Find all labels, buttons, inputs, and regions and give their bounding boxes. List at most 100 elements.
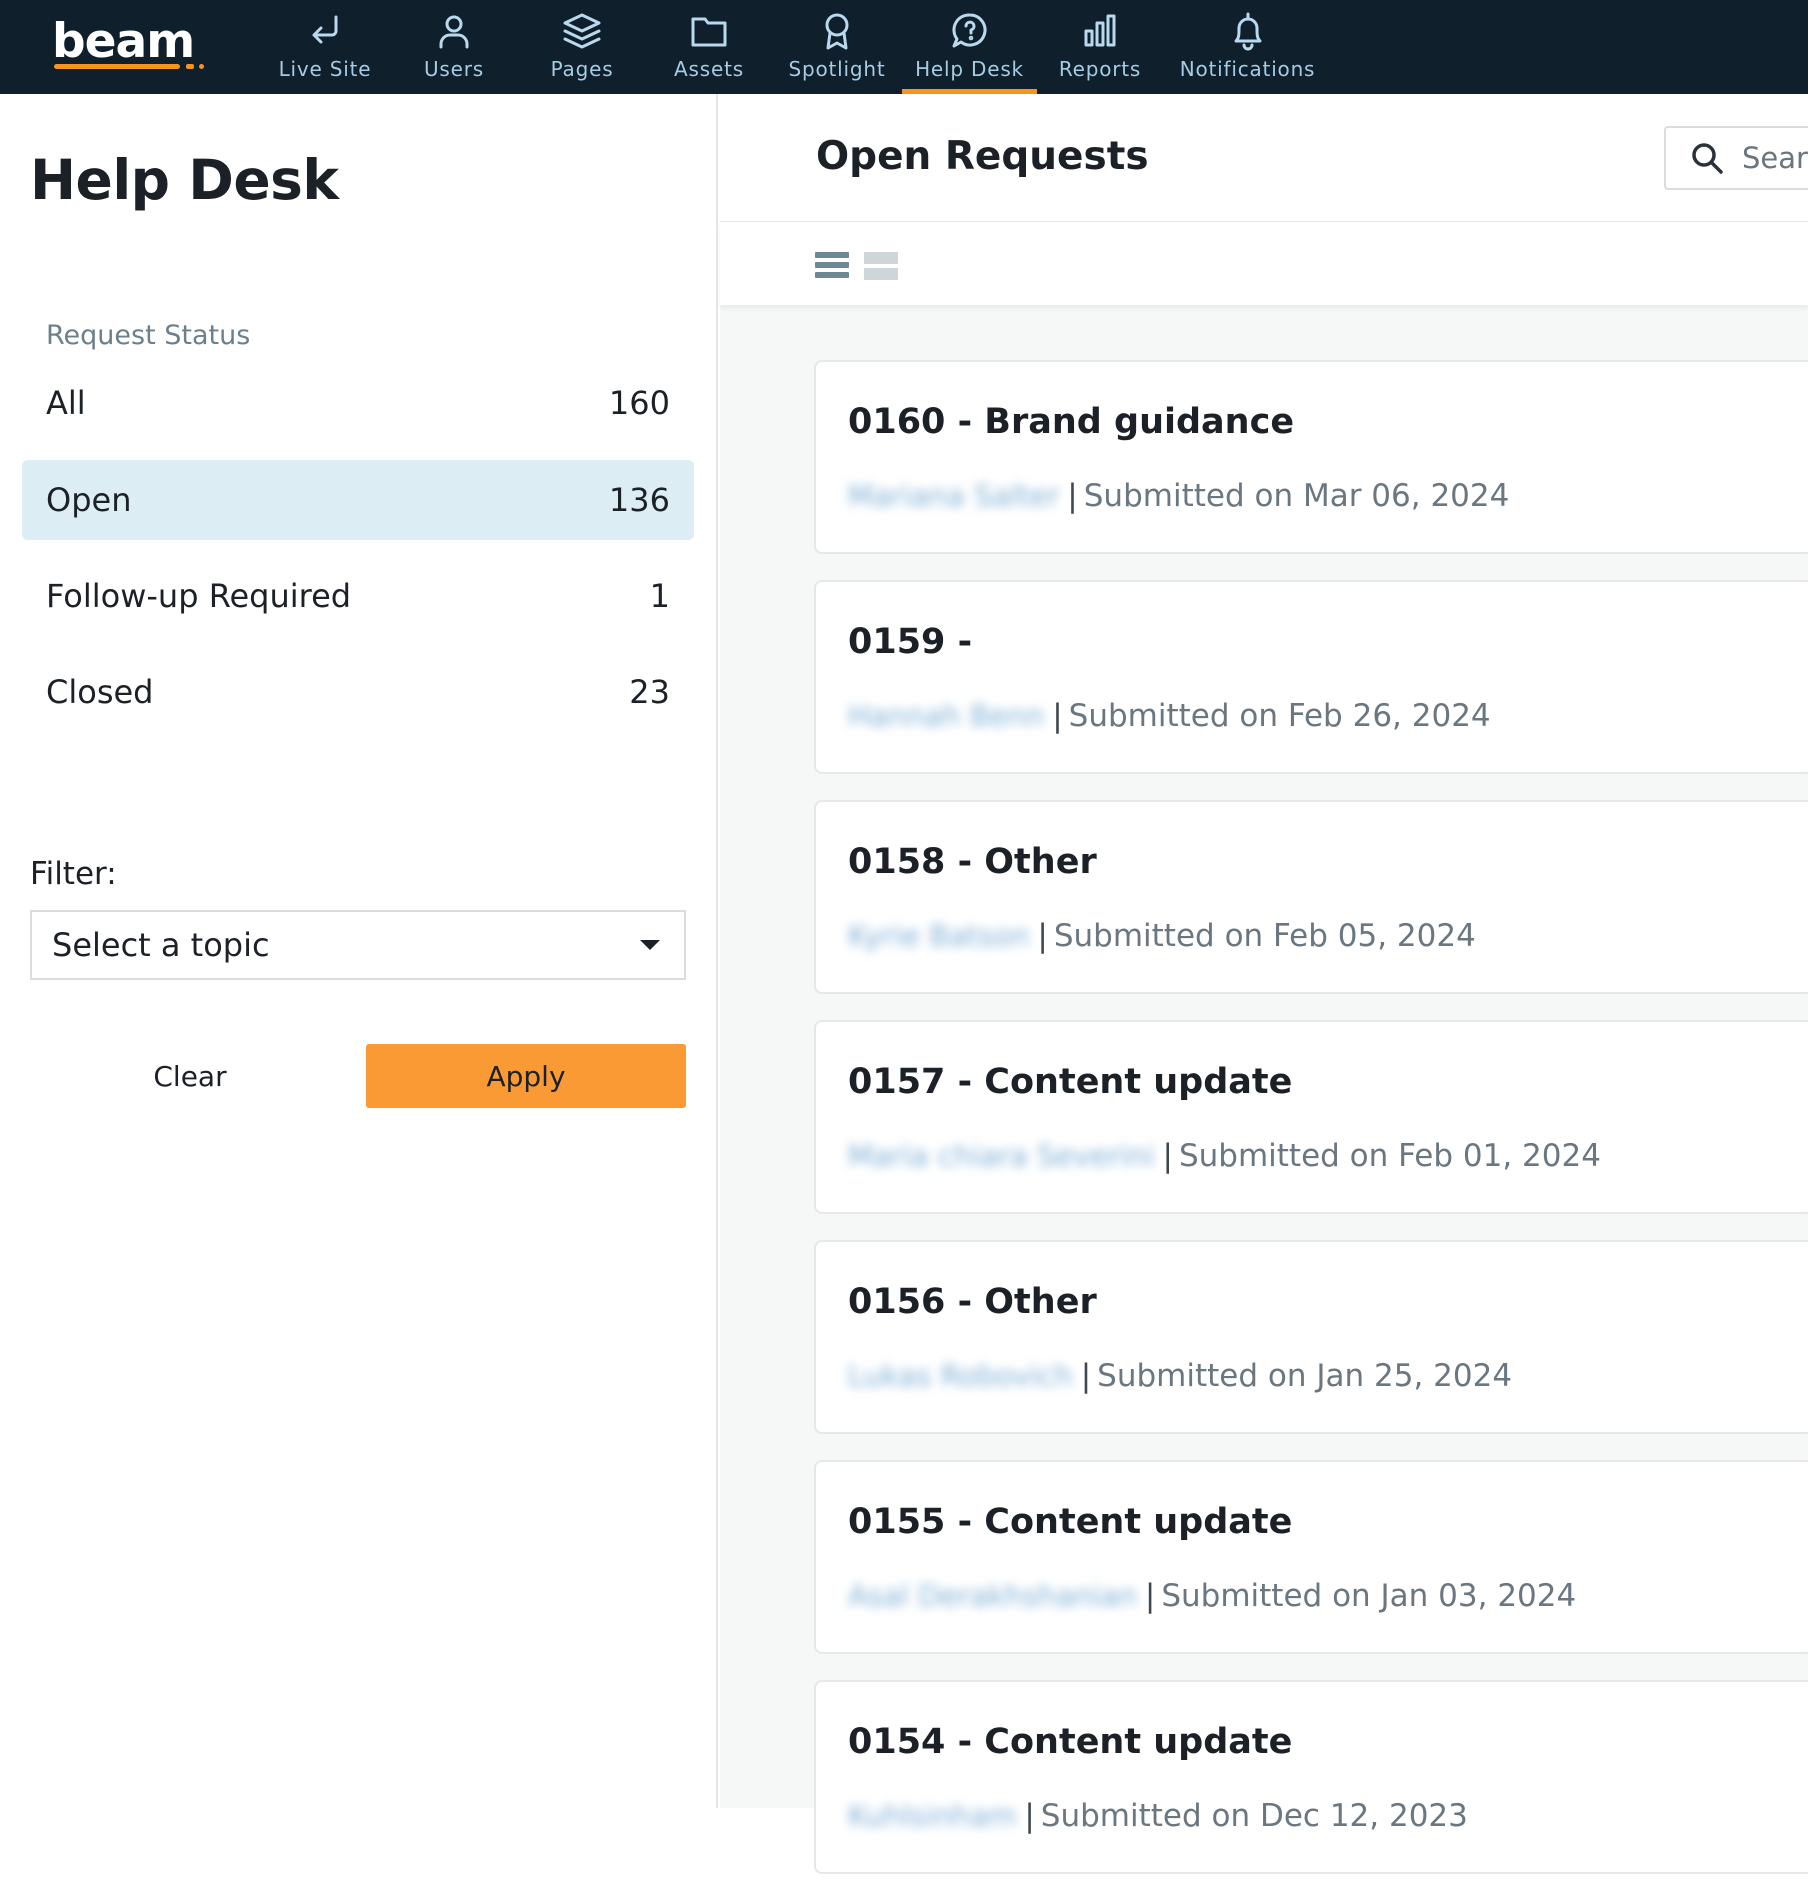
status-filter-follow-up[interactable]: Follow-up Required 1 [22,556,694,636]
view-toggle-bar [720,222,1808,305]
nav-label: Spotlight [788,57,886,81]
list-view-icon[interactable] [815,252,849,282]
request-card[interactable]: 0157 - Content update Maria chiara Sever… [814,1020,1808,1214]
submitted-date: Submitted on Jan 25, 2024 [1097,1358,1513,1394]
nav-users[interactable]: Users [404,0,504,94]
submitted-date: Submitted on Jan 03, 2024 [1161,1578,1577,1614]
request-title: 0156 - Other [848,1282,1097,1322]
nav-reports[interactable]: Reports [1050,0,1150,94]
request-card[interactable]: 0158 - Other Kyrie Batson | Submitted on… [814,800,1808,994]
request-meta: Maria chiara Severini | Submitted on Feb… [848,1138,1601,1174]
award-ribbon-icon [825,13,849,50]
status-count: 23 [629,673,670,711]
request-meta: Lukas Robovich | Submitted on Jan 25, 20… [848,1358,1512,1394]
nav-label: Notifications [1179,57,1316,81]
status-filter-open[interactable]: Open 136 [22,460,694,540]
separator: | [1037,918,1048,954]
user-icon [439,15,469,49]
submitted-date: Submitted on Feb 26, 2024 [1068,698,1491,734]
request-card[interactable]: 0159 - Hannah Benn | Submitted on Feb 26… [814,580,1808,774]
nav-notifications[interactable]: Notifications [1175,0,1320,94]
submitter-name: Mariana Salter [848,479,1060,513]
request-meta: Mariana Salter | Submitted on Mar 06, 20… [848,478,1509,514]
nav-label: Pages [550,57,614,81]
filter-sidebar: Help Desk Request Status All 160 Open 13… [0,94,718,1808]
nav-live-site[interactable]: Live Site [265,0,385,94]
logo-dot [186,64,194,69]
request-card[interactable]: 0155 - Content update Asal Derakhshanian… [814,1460,1808,1654]
request-meta: Hannah Benn | Submitted on Feb 26, 2024 [848,698,1491,734]
card-view-icon[interactable] [864,252,898,282]
submitted-date: Submitted on Mar 06, 2024 [1083,478,1510,514]
layers-icon [563,13,601,49]
nav-spotlight[interactable]: Spotlight [777,0,897,94]
apply-button[interactable]: Apply [366,1044,686,1108]
status-label: Open [46,481,132,519]
request-card[interactable]: 0154 - Content update Kuhlsinham | Submi… [814,1680,1808,1874]
nav-label: Users [423,57,484,81]
submitter-name: Kuhlsinham [848,1799,1017,1833]
clear-button[interactable]: Clear [30,1044,350,1108]
request-title: 0155 - Content update [848,1502,1293,1542]
nav-pages[interactable]: Pages [532,0,632,94]
status-filter-closed[interactable]: Closed 23 [22,652,694,732]
main-header: Open Requests [720,94,1808,222]
status-count: 136 [608,481,670,519]
topic-select[interactable]: Select a topic [30,910,686,980]
nav-assets[interactable]: Assets [659,0,759,94]
submitter-name: Maria chiara Severini [848,1139,1155,1173]
bar-chart-icon [1084,14,1116,47]
request-meta: Asal Derakhshanian | Submitted on Jan 03… [848,1578,1576,1614]
folder-icon [691,17,727,47]
search-input[interactable] [1742,141,1808,175]
request-title: 0159 - [848,622,973,662]
status-label: Follow-up Required [46,577,352,615]
nav-label: Live Site [278,57,372,81]
submitted-date: Submitted on Feb 01, 2024 [1178,1138,1601,1174]
search-icon [1692,143,1723,174]
nav-help-desk[interactable]: Help Desk [907,0,1032,94]
separator: | [1162,1138,1173,1174]
request-title: 0157 - Content update [848,1062,1293,1102]
page-title: Help Desk [30,148,339,212]
status-count: 160 [608,384,670,422]
top-navigation-bar: beam Live Site Users Pages Assets Spotli… [0,0,1808,94]
request-title: 0158 - Other [848,842,1097,882]
nav-label: Reports [1058,57,1142,81]
search-box[interactable] [1664,126,1808,190]
request-status-label: Request Status [46,320,251,351]
status-label: All [46,384,86,422]
status-filter-all[interactable]: All 160 [22,363,694,443]
main-content: Open Requests 0160 - Brand guidance Mari… [720,94,1808,1874]
request-card[interactable]: 0156 - Other Lukas Robovich | Submitted … [814,1240,1808,1434]
request-list: 0160 - Brand guidance Mariana Salter | S… [814,360,1808,1900]
submitter-name: Lukas Robovich [848,1359,1073,1393]
submitted-date: Submitted on Dec 12, 2023 [1040,1798,1468,1834]
request-meta: Kuhlsinham | Submitted on Dec 12, 2023 [848,1798,1468,1834]
separator: | [1080,1358,1092,1394]
nav-label: Assets [674,57,744,81]
filter-label: Filter: [30,856,117,892]
request-title: 0160 - Brand guidance [848,402,1295,442]
submitted-date: Submitted on Feb 05, 2024 [1053,918,1476,954]
logo-underline [54,64,180,69]
topic-select-value: Select a topic [52,926,270,964]
separator: | [1052,698,1063,734]
status-label: Closed [46,673,154,711]
chevron-down-icon [640,940,660,950]
submitter-name: Asal Derakhshanian [848,1579,1137,1613]
help-bubble-icon [951,13,986,48]
request-title: 0154 - Content update [848,1722,1293,1762]
request-card[interactable]: 0160 - Brand guidance Mariana Salter | S… [814,360,1808,554]
separator: | [1024,1798,1035,1834]
return-arrow-icon [312,15,338,44]
separator: | [1067,478,1078,514]
nav-label: Help Desk [915,57,1024,81]
request-meta: Kyrie Batson | Submitted on Feb 05, 2024 [848,918,1476,954]
separator: | [1144,1578,1156,1614]
logo-dot [199,64,204,69]
bell-icon [1234,12,1261,51]
submitter-name: Kyrie Batson [848,919,1030,953]
open-requests-title: Open Requests [816,134,1149,179]
status-count: 1 [649,577,670,615]
